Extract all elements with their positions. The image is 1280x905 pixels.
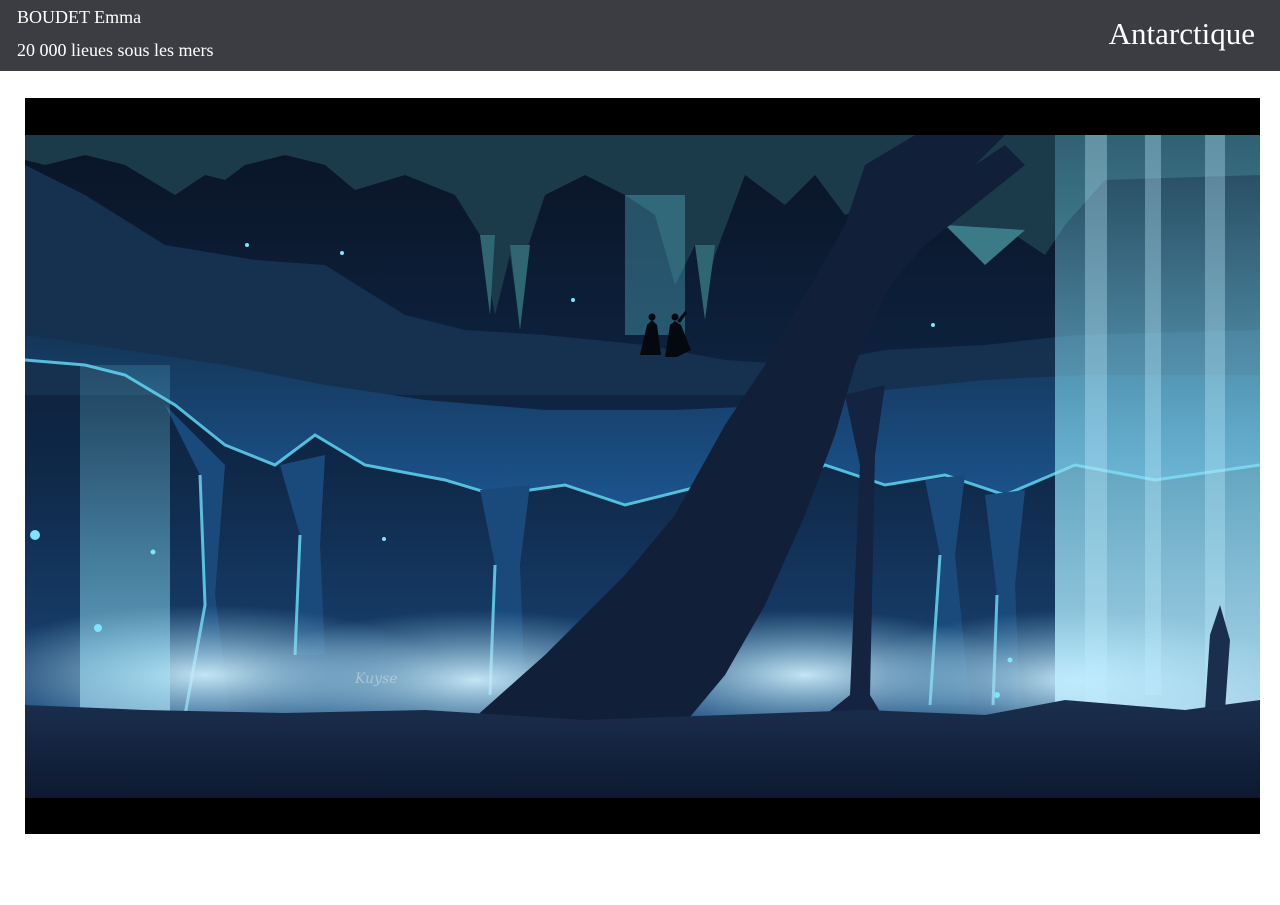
ice-cave-painting: Kuyse: [25, 135, 1260, 798]
work-title: 20 000 lieues sous les mers: [17, 40, 214, 60]
artwork-frame: Kuyse: [25, 98, 1260, 834]
author-name: BOUDET Emma: [17, 7, 142, 27]
waterfall-left: [80, 365, 170, 765]
waterfall-right-streak: [1085, 135, 1107, 705]
chapter-title: Antarctique: [1108, 16, 1255, 51]
artist-signature: Kuyse: [354, 671, 398, 687]
page-header: BOUDET Emma 20 000 lieues sous les mers …: [0, 0, 1280, 71]
waterfall-right-streak: [1145, 135, 1161, 695]
